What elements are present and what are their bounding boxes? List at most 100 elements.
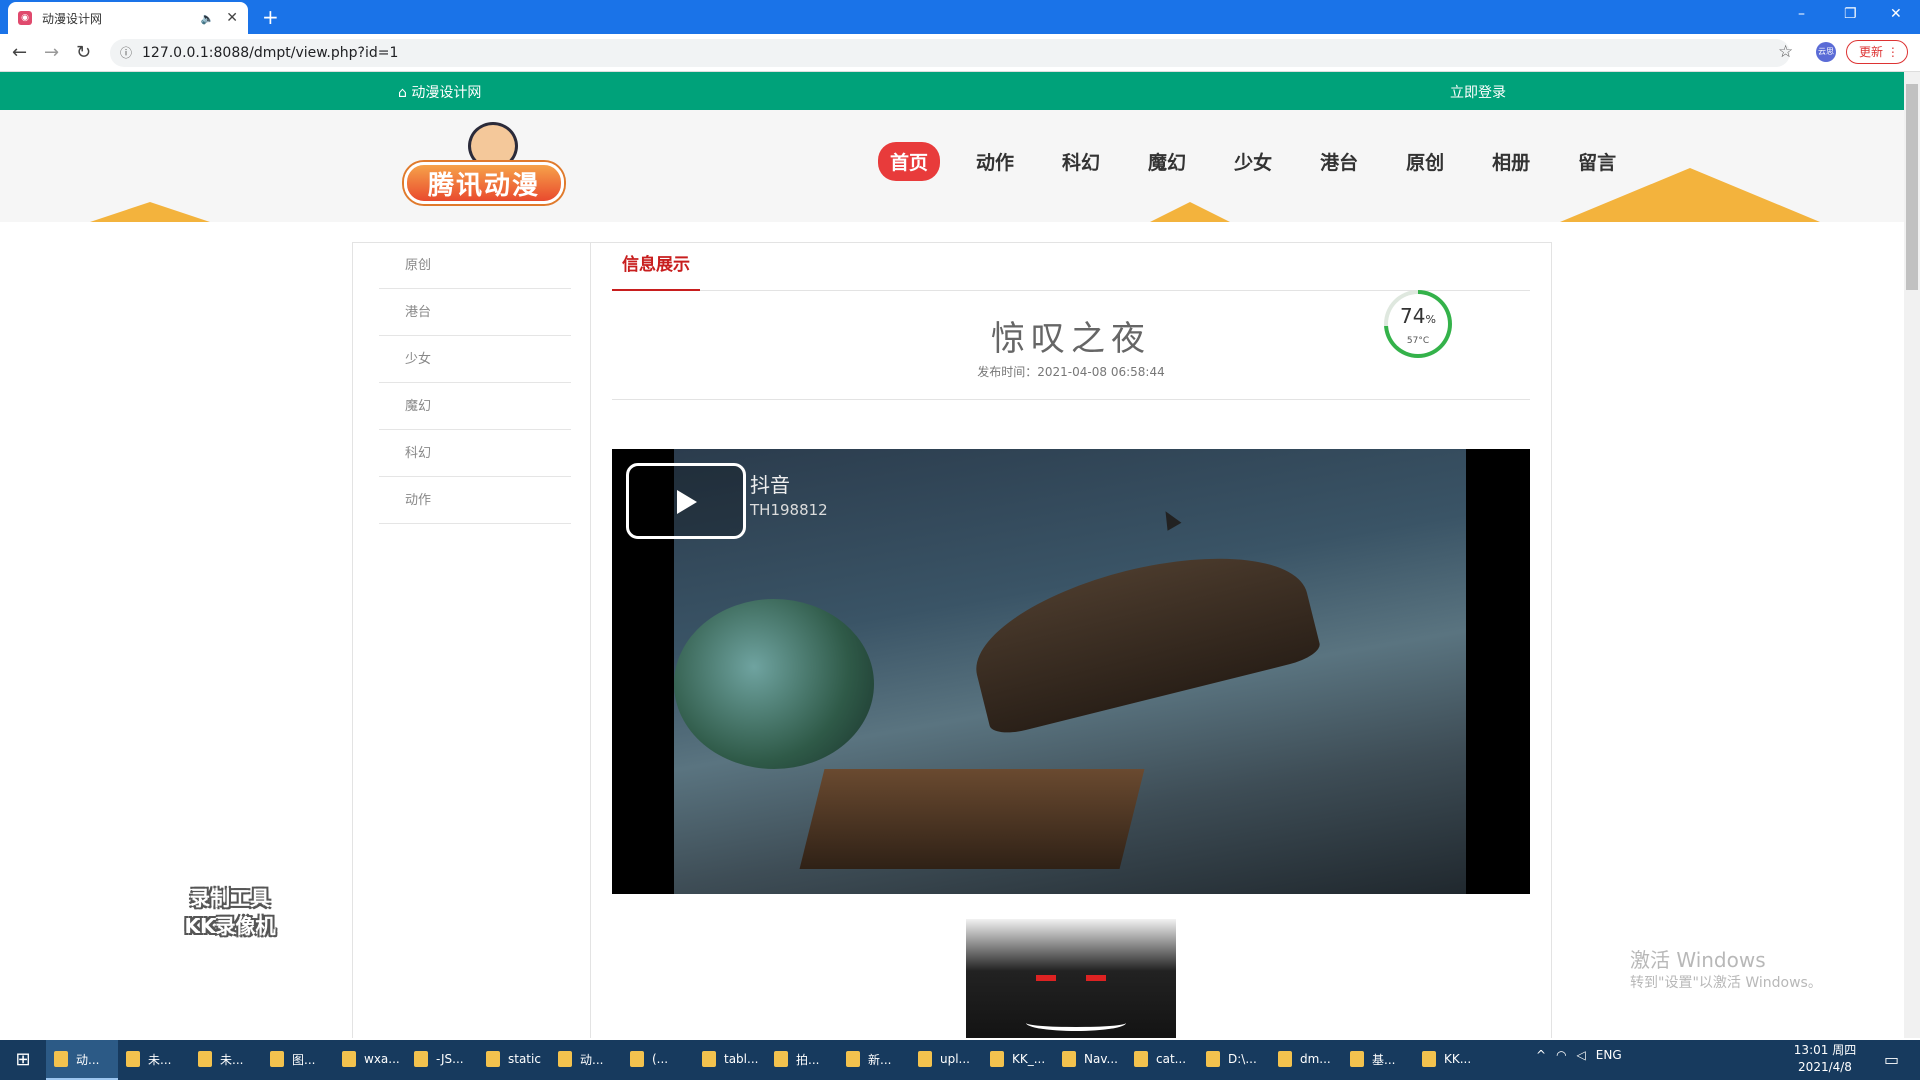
main-nav: 首页 动作 科幻 魔幻 少女 港台 原创 相册 留言 — [878, 142, 1652, 181]
app-icon — [846, 1051, 860, 1067]
app-icon — [270, 1051, 284, 1067]
taskbar-item[interactable]: 未... — [190, 1040, 262, 1080]
new-tab-button[interactable]: + — [262, 5, 279, 29]
app-icon — [918, 1051, 932, 1067]
tab-close-icon[interactable]: ✕ — [226, 10, 238, 26]
taskbar-item[interactable]: 基... — [1342, 1040, 1414, 1080]
taskbar-item[interactable]: 未... — [118, 1040, 190, 1080]
app-icon — [414, 1051, 428, 1067]
volume-icon[interactable]: ◁ — [1577, 1048, 1586, 1062]
browser-tab[interactable]: ◉ 动漫设计网 🔈 ✕ — [8, 2, 248, 34]
login-link[interactable]: 立即登录 — [1450, 82, 1506, 102]
taskbar-item-label: static — [508, 1052, 541, 1066]
nav-message[interactable]: 留言 — [1566, 142, 1628, 181]
nav-action[interactable]: 动作 — [964, 142, 1026, 181]
url-field[interactable]: ⓘ 127.0.0.1:8088/dmpt/view.php?id=1 — [110, 39, 1790, 67]
nav-home[interactable]: 首页 — [878, 142, 941, 181]
sidebar-item-original[interactable]: 原创 — [379, 243, 571, 289]
nav-hk-tw[interactable]: 港台 — [1308, 142, 1370, 181]
taskbar-item[interactable]: 新... — [838, 1040, 910, 1080]
gauge-inner: 74% 57°C — [1388, 294, 1448, 354]
app-icon — [774, 1051, 788, 1067]
home-link[interactable]: ⌂ 动漫设计网 — [398, 82, 481, 102]
taskbar-item[interactable]: 拍... — [766, 1040, 838, 1080]
logo-text: 腾讯动漫 — [404, 162, 564, 204]
taskbar-item-label: -JS... — [436, 1052, 464, 1066]
taskbar-item[interactable]: dm... — [1270, 1040, 1342, 1080]
taskbar-clock[interactable]: 13:01 周四 2021/4/8 — [1780, 1042, 1870, 1076]
decor-triangle — [1150, 202, 1230, 222]
scrollbar-thumb[interactable] — [1906, 84, 1918, 290]
taskbar-item[interactable]: Nav... — [1054, 1040, 1126, 1080]
app-icon — [54, 1051, 68, 1067]
recorder-line-2: KK录像机 — [184, 914, 276, 938]
taskbar-item[interactable]: tabl... — [694, 1040, 766, 1080]
app-icon — [1422, 1051, 1436, 1067]
taskbar-item[interactable]: wxa... — [334, 1040, 406, 1080]
nav-scifi[interactable]: 科幻 — [1050, 142, 1112, 181]
play-button[interactable] — [626, 463, 746, 539]
taskbar-item-label: 图... — [292, 1052, 316, 1067]
bookmark-star-icon[interactable]: ☆ — [1778, 42, 1793, 62]
tab-info-display[interactable]: 信息展示 — [612, 243, 700, 291]
taskbar-item[interactable]: upl... — [910, 1040, 982, 1080]
gauge-unit: % — [1425, 313, 1436, 326]
update-button[interactable]: 更新 ⋮ — [1846, 40, 1908, 64]
app-icon — [1350, 1051, 1364, 1067]
window-close-button[interactable]: ✕ — [1890, 6, 1902, 22]
taskbar-item[interactable]: -JS... — [406, 1040, 478, 1080]
back-icon[interactable]: ← — [12, 42, 27, 63]
sidebar-item-scifi[interactable]: 科幻 — [379, 431, 571, 477]
nav-shoujo[interactable]: 少女 — [1222, 142, 1284, 181]
profile-avatar[interactable]: 云思 — [1816, 42, 1836, 62]
nav-album[interactable]: 相册 — [1480, 142, 1542, 181]
site-logo[interactable]: 腾讯动漫 — [398, 120, 568, 216]
app-icon — [342, 1051, 356, 1067]
sidebar-item-fantasy[interactable]: 魔幻 — [379, 384, 571, 430]
gauge-value: 74% — [1388, 294, 1448, 328]
video-player[interactable]: 抖音 TH198812 — [612, 449, 1530, 894]
site-info-icon[interactable]: ⓘ — [120, 39, 132, 67]
forward-icon[interactable]: → — [44, 42, 59, 63]
taskbar-item[interactable]: (... — [622, 1040, 694, 1080]
app-icon — [558, 1051, 572, 1067]
video-watermark: 抖音 — [750, 473, 790, 497]
nav-fantasy[interactable]: 魔幻 — [1136, 142, 1198, 181]
taskbar-item[interactable]: static — [478, 1040, 550, 1080]
cpu-gauge: 74% 57°C — [1384, 290, 1452, 358]
taskbar-item-label: KK_... — [1012, 1052, 1046, 1066]
speaker-icon[interactable]: 🔈 — [201, 12, 215, 25]
tab-title: 动漫设计网 — [42, 11, 103, 26]
tray-chevron-icon[interactable]: ^ — [1536, 1048, 1546, 1062]
taskbar-item-label: KK... — [1444, 1052, 1472, 1066]
taskbar-item[interactable]: 动... — [550, 1040, 622, 1080]
taskbar-item[interactable]: 图... — [262, 1040, 334, 1080]
taskbar-item[interactable]: KK_... — [982, 1040, 1054, 1080]
taskbar-item-label: tabl... — [724, 1052, 759, 1066]
app-icon — [126, 1051, 140, 1067]
sidebar-item-hk-tw[interactable]: 港台 — [379, 290, 571, 336]
network-icon[interactable]: ◠ — [1556, 1048, 1566, 1062]
image-eye — [1086, 975, 1106, 981]
taskbar-item[interactable]: 动... — [46, 1040, 118, 1080]
taskbar-item[interactable]: KK... — [1414, 1040, 1486, 1080]
taskbar-item-label: (... — [652, 1052, 669, 1066]
language-indicator[interactable]: ENG — [1596, 1048, 1622, 1062]
taskbar-item-label: 动... — [76, 1052, 100, 1067]
nav-original[interactable]: 原创 — [1394, 142, 1456, 181]
notification-icon[interactable]: ▭ — [1884, 1050, 1899, 1069]
start-button[interactable]: ⊞ — [0, 1040, 46, 1080]
minimize-button[interactable]: – — [1798, 6, 1805, 22]
category-sidebar: 原创 港台 少女 魔幻 科幻 动作 — [353, 243, 591, 1038]
app-icon — [198, 1051, 212, 1067]
reload-icon[interactable]: ↻ — [76, 42, 91, 63]
browser-tab-bar: ◉ 动漫设计网 🔈 ✕ + – ❐ ✕ — [0, 0, 1920, 34]
taskbar-item[interactable]: D:\... — [1198, 1040, 1270, 1080]
sidebar-item-shoujo[interactable]: 少女 — [379, 337, 571, 383]
restore-button[interactable]: ❐ — [1844, 6, 1857, 22]
taskbar-item-label: 基... — [1372, 1052, 1396, 1067]
home-icon: ⌂ — [398, 85, 407, 101]
taskbar-item[interactable]: cat... — [1126, 1040, 1198, 1080]
image-grin — [1026, 1015, 1126, 1031]
sidebar-item-action[interactable]: 动作 — [379, 478, 571, 524]
